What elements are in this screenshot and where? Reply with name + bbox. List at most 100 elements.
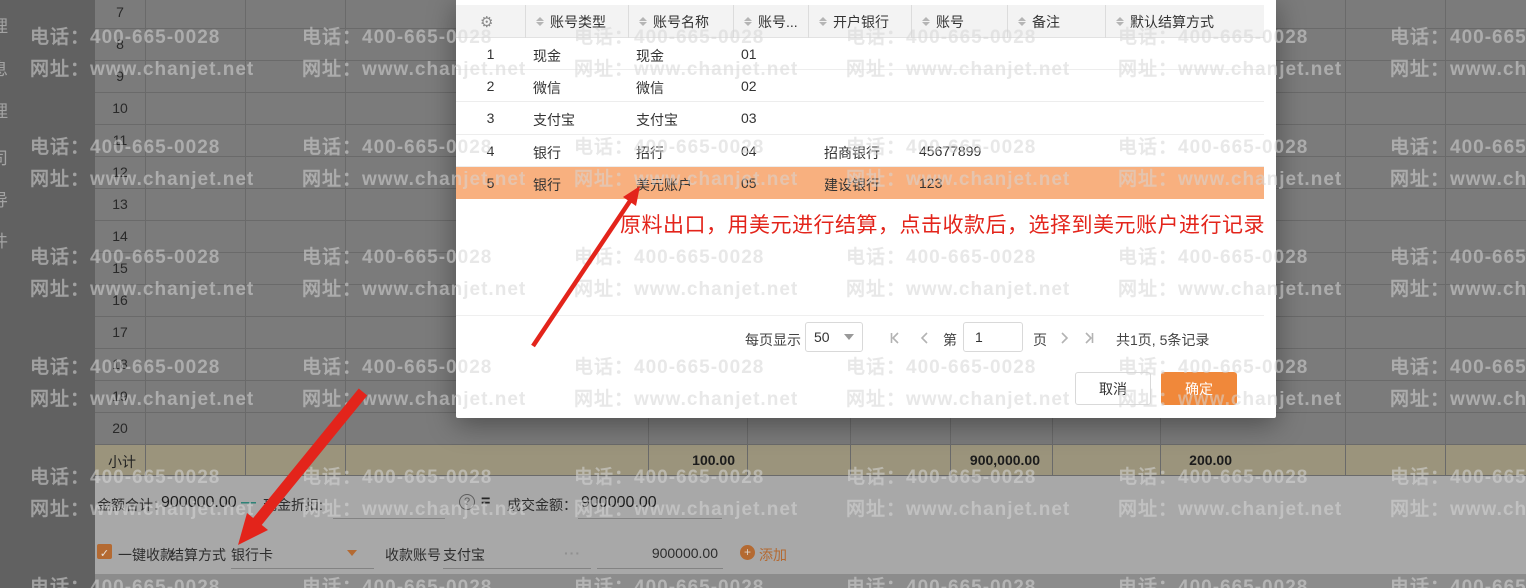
modal-table-header: ⚙ 账号类型 账号名称 账号... 开户银行 账号 备注 默认结算方式: [456, 5, 1264, 38]
account-cell: 01: [741, 46, 757, 62]
account-row[interactable]: 4 银行 招行 04 招商银行 45677899: [456, 135, 1264, 167]
account-cell: 123: [919, 174, 943, 191]
column-header-note[interactable]: 备注: [1007, 5, 1105, 38]
sort-icon[interactable]: [1116, 16, 1125, 27]
settle-method-value[interactable]: 银行卡: [231, 545, 273, 565]
sidebar-item[interactable]: 理: [0, 102, 8, 122]
account-cell: 45677899: [919, 142, 982, 159]
next-page-icon[interactable]: [1056, 330, 1072, 346]
account-cell: 5: [486, 174, 495, 191]
account-cell: 现金: [636, 48, 664, 64]
account-cell: 支付宝: [636, 112, 678, 129]
one-key-receipt-checkbox[interactable]: ✓: [97, 544, 112, 560]
annotation-note: 原料出口，用美元进行结算，点击收款后，选择到美元账户进行记录: [620, 214, 1265, 237]
grid-line: [747, 412, 748, 476]
gear-icon[interactable]: ⚙: [480, 13, 493, 31]
chevron-down-icon: [844, 334, 854, 340]
sidebar-item[interactable]: 息: [0, 60, 8, 80]
per-page-select[interactable]: 50: [805, 322, 863, 352]
row-number: 20: [112, 420, 128, 436]
totals-panel: 金额合计： 900000.00 — 现金折扣: ? = 成交金额： 900000…: [95, 476, 1526, 574]
subtotal-row: 小计 100.00 900,000.00 200.00: [95, 444, 1526, 476]
check-icon: ✓: [99, 548, 110, 560]
account-cell: 04: [741, 142, 757, 159]
account-cell: 微信: [636, 80, 664, 97]
account-cell: 银行: [533, 144, 561, 161]
cash-discount-input[interactable]: [333, 518, 445, 519]
account-cell: 微信: [533, 80, 561, 97]
sidebar-item[interactable]: 件: [0, 232, 8, 252]
subtotal-label: 小计: [108, 454, 136, 470]
per-page-label: 每页显示: [745, 332, 801, 348]
last-page-icon[interactable]: [1080, 330, 1096, 346]
cash-discount-label: 现金折扣:: [263, 497, 323, 513]
grid-line: [1160, 412, 1161, 476]
grid-line: [145, 0, 146, 476]
sort-icon[interactable]: [922, 16, 931, 27]
deal-amount-value: 900000.00: [581, 494, 657, 511]
amount-total-label: 金额合计：: [97, 497, 167, 513]
account-cell: 现金: [533, 48, 561, 64]
grid-line: [950, 412, 951, 476]
pagination-divider: [456, 315, 1264, 316]
column-header-type[interactable]: 账号类型: [525, 5, 628, 38]
one-key-receipt-label: 一键收款: [118, 547, 174, 563]
sidebar-item[interactable]: 导: [0, 191, 8, 211]
grid-line: [1345, 0, 1346, 476]
add-row-button[interactable]: 添加: [759, 545, 787, 565]
account-row[interactable]: 2 微信 微信 02: [456, 70, 1264, 103]
chevron-down-icon[interactable]: [347, 550, 357, 556]
sort-icon[interactable]: [536, 16, 545, 27]
sidebar-item[interactable]: 理: [0, 17, 8, 37]
column-header-code[interactable]: 账号...: [733, 5, 808, 38]
first-page-icon[interactable]: [888, 330, 904, 346]
confirm-button[interactable]: 确定: [1161, 372, 1237, 405]
receipt-account-underline: [443, 568, 591, 569]
receipt-account-label: 收款账号: [385, 547, 441, 563]
left-sidebar: 理息理司导件: [0, 0, 95, 588]
account-cell: 招商银行: [824, 144, 880, 161]
subtotal-value: 900,000.00: [969, 452, 1040, 468]
deal-amount-label: 成交金额：: [507, 497, 577, 513]
grid-line: [245, 0, 246, 476]
account-cell: 4: [486, 142, 495, 159]
grid-line: [1052, 412, 1053, 476]
row-number: 7: [116, 4, 124, 20]
column-header-bank[interactable]: 开户银行: [808, 5, 911, 38]
ellipsis-picker-icon[interactable]: ···: [564, 545, 581, 561]
row-number: 17: [112, 324, 128, 340]
deal-amount-underline: [578, 518, 722, 519]
equals-sign: =: [481, 493, 491, 510]
receipt-account-value[interactable]: 支付宝: [443, 545, 485, 565]
sort-icon[interactable]: [639, 16, 648, 27]
sort-icon[interactable]: [744, 16, 753, 27]
table-settings-cell[interactable]: ⚙: [456, 5, 525, 38]
sort-icon[interactable]: [819, 16, 828, 27]
app-screen: 小计 100.00 900,000.00 200.00 7 8 9 10 11 12 13 1…: [0, 0, 1526, 588]
page-suffix: 页: [1033, 332, 1047, 348]
column-header-name[interactable]: 账号名称: [628, 5, 733, 38]
grid-line: [1445, 0, 1446, 476]
account-cell: 3: [486, 110, 495, 127]
sort-icon[interactable]: [1018, 16, 1027, 27]
account-cell: 银行: [533, 176, 561, 193]
account-row[interactable]: 3 支付宝 支付宝 03: [456, 102, 1264, 135]
account-cell: 美元账户: [636, 176, 692, 193]
account-cell: 支付宝: [533, 112, 575, 129]
account-row[interactable]: 1 现金 现金 01: [456, 38, 1264, 71]
receipt-amount-value[interactable]: 900000.00: [595, 545, 718, 561]
add-icon[interactable]: +: [740, 545, 755, 560]
page-number-input[interactable]: 1: [963, 322, 1023, 352]
amount-total-value: 900000.00: [161, 494, 237, 511]
account-cell: 建设银行: [824, 176, 880, 193]
prev-page-icon[interactable]: [917, 330, 933, 346]
settle-method-label: 结算方式: [170, 547, 226, 563]
account-row[interactable]: 5 银行 美元账户 05 建设银行 123: [456, 166, 1264, 199]
column-header-account[interactable]: 账号: [911, 5, 1007, 38]
column-header-default-method[interactable]: 默认结算方式: [1105, 5, 1264, 38]
sidebar-item[interactable]: 司: [0, 149, 8, 169]
cancel-button[interactable]: 取消: [1075, 372, 1151, 405]
help-icon[interactable]: ?: [459, 494, 475, 510]
minus-sign: —: [241, 494, 256, 511]
grid-line: [345, 0, 346, 476]
